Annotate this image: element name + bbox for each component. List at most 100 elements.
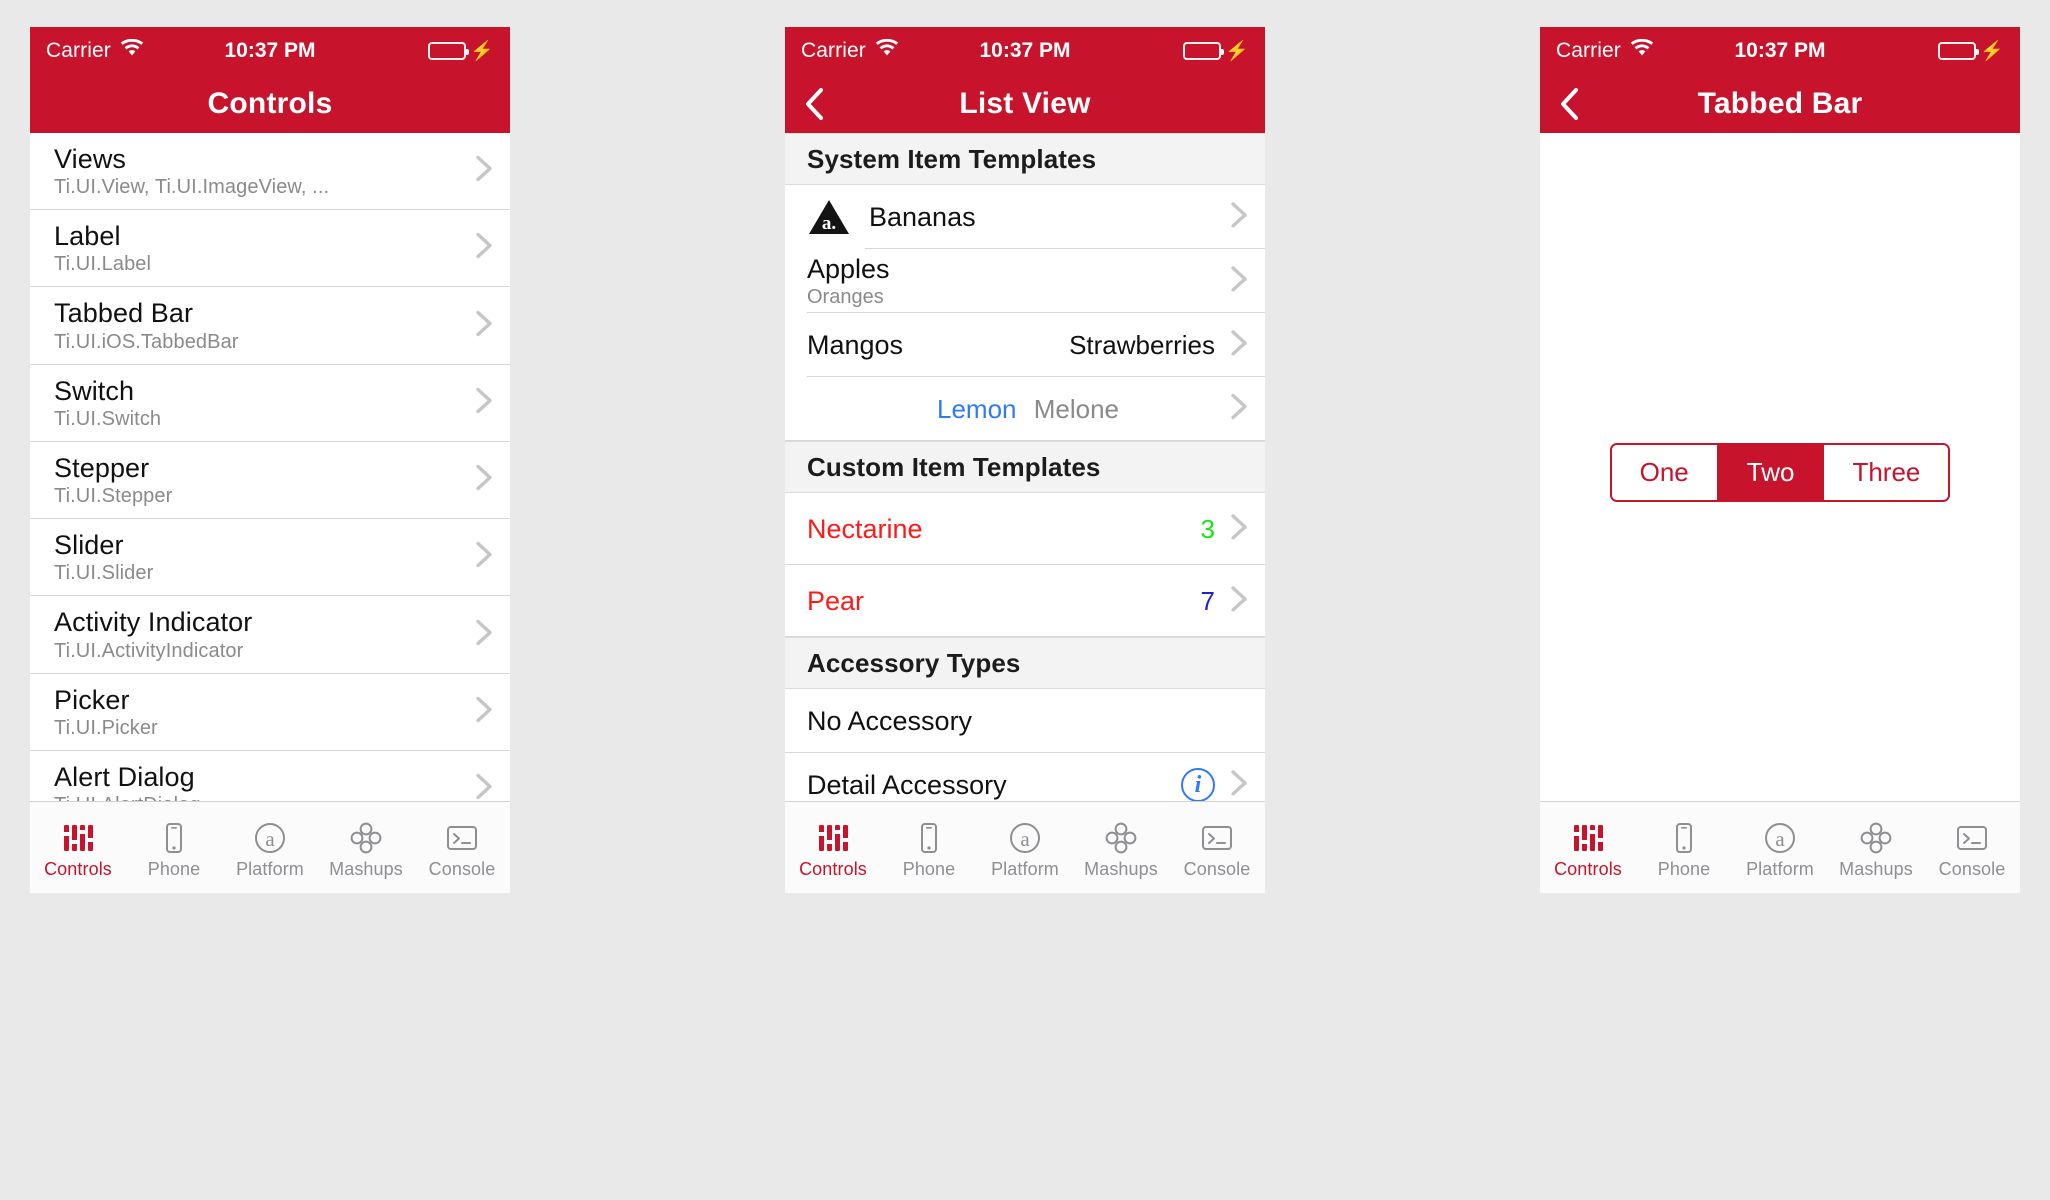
info-circle-icon[interactable]: i [1181,768,1215,801]
row-subtitle: Ti.UI.Slider [54,562,154,585]
status-bar-right: ⚡ [1183,42,1249,61]
row-title: Views [54,144,127,174]
tab-phone[interactable]: Phone [1636,802,1732,893]
page-title: Tabbed Bar [1697,87,1863,120]
segment-three[interactable]: Three [1824,445,1949,500]
list-item[interactable]: Views Ti.UI.View, Ti.UI.ImageView, ... [30,133,510,211]
section-header: System Item Templates [785,133,1265,185]
tab-controls[interactable]: Controls [785,802,881,893]
chevron-right-icon [474,384,494,421]
tab-console[interactable]: Console [1169,802,1265,893]
tabbed-bar-container: One Two Three [1540,443,2020,502]
svg-text:a: a [1775,827,1785,851]
svg-text:a: a [265,827,275,851]
segment-one[interactable]: One [1611,445,1719,500]
row-subtitle: Ti.UI.Picker [54,716,158,739]
controls-list[interactable]: Views Ti.UI.View, Ti.UI.ImageView, ... L… [30,133,510,801]
back-button[interactable] [1558,84,1592,124]
terminal-icon [445,815,479,855]
tab-console[interactable]: Console [1924,802,2020,893]
list-item[interactable]: No Accessory [785,689,1265,753]
nav-bar: Tabbed Bar [1540,75,2020,133]
tab-console[interactable]: Console [414,802,510,893]
tab-mashups[interactable]: Mashups [1073,802,1169,893]
segmented-control[interactable]: One Two Three [1609,443,1951,502]
list-item[interactable]: Nectarine 3 [785,493,1265,565]
chevron-right-icon [474,693,494,730]
list-item[interactable]: Stepper Ti.UI.Stepper [30,442,510,520]
list-item[interactable]: Label Ti.UI.Label [30,210,510,288]
tab-label: Phone [902,859,956,879]
tab-controls[interactable]: Controls [1540,802,1636,893]
status-bar-left: Carrier [1556,38,1654,63]
screenshot-stage: Carrier 10:37 PM ⚡ Controls Views Ti.UI.… [0,0,2050,1200]
row-title: Lemon [936,393,1017,424]
tab-platform[interactable]: a Platform [222,802,318,893]
list-item[interactable]: Mangos Strawberries [785,313,1265,377]
top-bar: Carrier 10:37 PM ⚡ Tabbed Bar [1540,27,2020,133]
row-subtitle: Oranges [807,285,884,308]
chevron-right-icon [1229,767,1249,802]
phone-screen-list-view: Carrier 10:37 PM ⚡ List View System Item… [785,27,1265,893]
tab-mashups[interactable]: Mashups [318,802,414,893]
back-button[interactable] [803,84,837,124]
sliders-icon [61,815,95,855]
row-title: Detail Accessory [807,769,1007,800]
terminal-icon [1200,815,1234,855]
tab-platform[interactable]: a Platform [1732,802,1828,893]
lightning-bolt-icon: ⚡ [1225,40,1249,62]
tab-label: Controls [44,859,112,879]
tab-bar[interactable]: Controls Phone a Platform Mashups Consol… [785,801,1265,893]
svg-text:a: a [1020,827,1030,851]
status-bar: Carrier 10:37 PM ⚡ [30,27,510,75]
tab-label: Console [1183,859,1251,879]
row-subtitle: Ti.UI.Stepper [54,485,173,508]
list-item[interactable]: Activity Indicator Ti.UI.ActivityIndicat… [30,596,510,674]
tab-bar[interactable]: Controls Phone a Platform Mashups Consol… [1540,801,2020,893]
phone-icon [1667,815,1701,855]
battery-icon [428,42,470,60]
tab-label: Controls [1554,859,1622,879]
list-item[interactable]: Alert Dialog Ti.UI.AlertDialog [30,751,510,801]
row-title: Nectarine [807,513,923,544]
page-title: List View [959,87,1091,120]
tab-label: Console [428,859,496,879]
list-item[interactable]: Picker Ti.UI.Picker [30,674,510,751]
tab-platform[interactable]: a Platform [977,802,1073,893]
top-bar: Carrier 10:37 PM ⚡ List View [785,27,1265,133]
tab-controls[interactable]: Controls [30,802,126,893]
list-view-content[interactable]: System Item Templates a. Bananas Apples … [785,133,1265,801]
list-item[interactable]: Detail Accessory i [785,753,1265,801]
lightning-bolt-icon: ⚡ [1980,40,2004,62]
tab-bar[interactable]: Controls Phone a Platform Mashups Consol… [30,801,510,893]
phone-screen-controls: Carrier 10:37 PM ⚡ Controls Views Ti.UI.… [30,27,510,893]
clover-icon [1104,815,1138,855]
status-bar-left: Carrier [801,38,899,63]
section-header: Accessory Types [785,637,1265,689]
tab-phone[interactable]: Phone [881,802,977,893]
tab-phone[interactable]: Phone [126,802,222,893]
list-item[interactable]: Slider Ti.UI.Slider [30,519,510,597]
battery-icon [1938,42,1980,60]
chevron-right-icon [1229,263,1249,300]
wifi-icon [875,38,899,63]
chevron-right-icon [1229,199,1249,236]
row-subtitle: Ti.UI.AlertDialog [54,794,494,801]
status-bar-right: ⚡ [428,42,494,61]
list-item[interactable]: Lemon Melone [785,377,1265,441]
chevron-right-icon [474,153,494,190]
row-title: No Accessory [807,705,973,736]
tab-mashups[interactable]: Mashups [1828,802,1924,893]
list-item[interactable]: a. Bananas [785,185,1265,249]
list-item[interactable]: Apples Oranges [785,249,1265,313]
chevron-right-icon [474,539,494,576]
list-item[interactable]: Switch Ti.UI.Switch [30,365,510,442]
segment-two[interactable]: Two [1718,445,1825,500]
tab-label: Platform [991,859,1059,879]
list-item[interactable]: Tabbed Bar Ti.UI.iOS.TabbedBar [30,287,510,365]
phone-screen-tabbed-bar: Carrier 10:37 PM ⚡ Tabbed Bar One Two Th… [1540,27,2020,893]
list-item[interactable]: Pear 7 [785,565,1265,637]
row-title: Alert Dialog [54,761,195,792]
row-title: Picker [54,684,130,715]
nav-bar: List View [785,75,1265,133]
